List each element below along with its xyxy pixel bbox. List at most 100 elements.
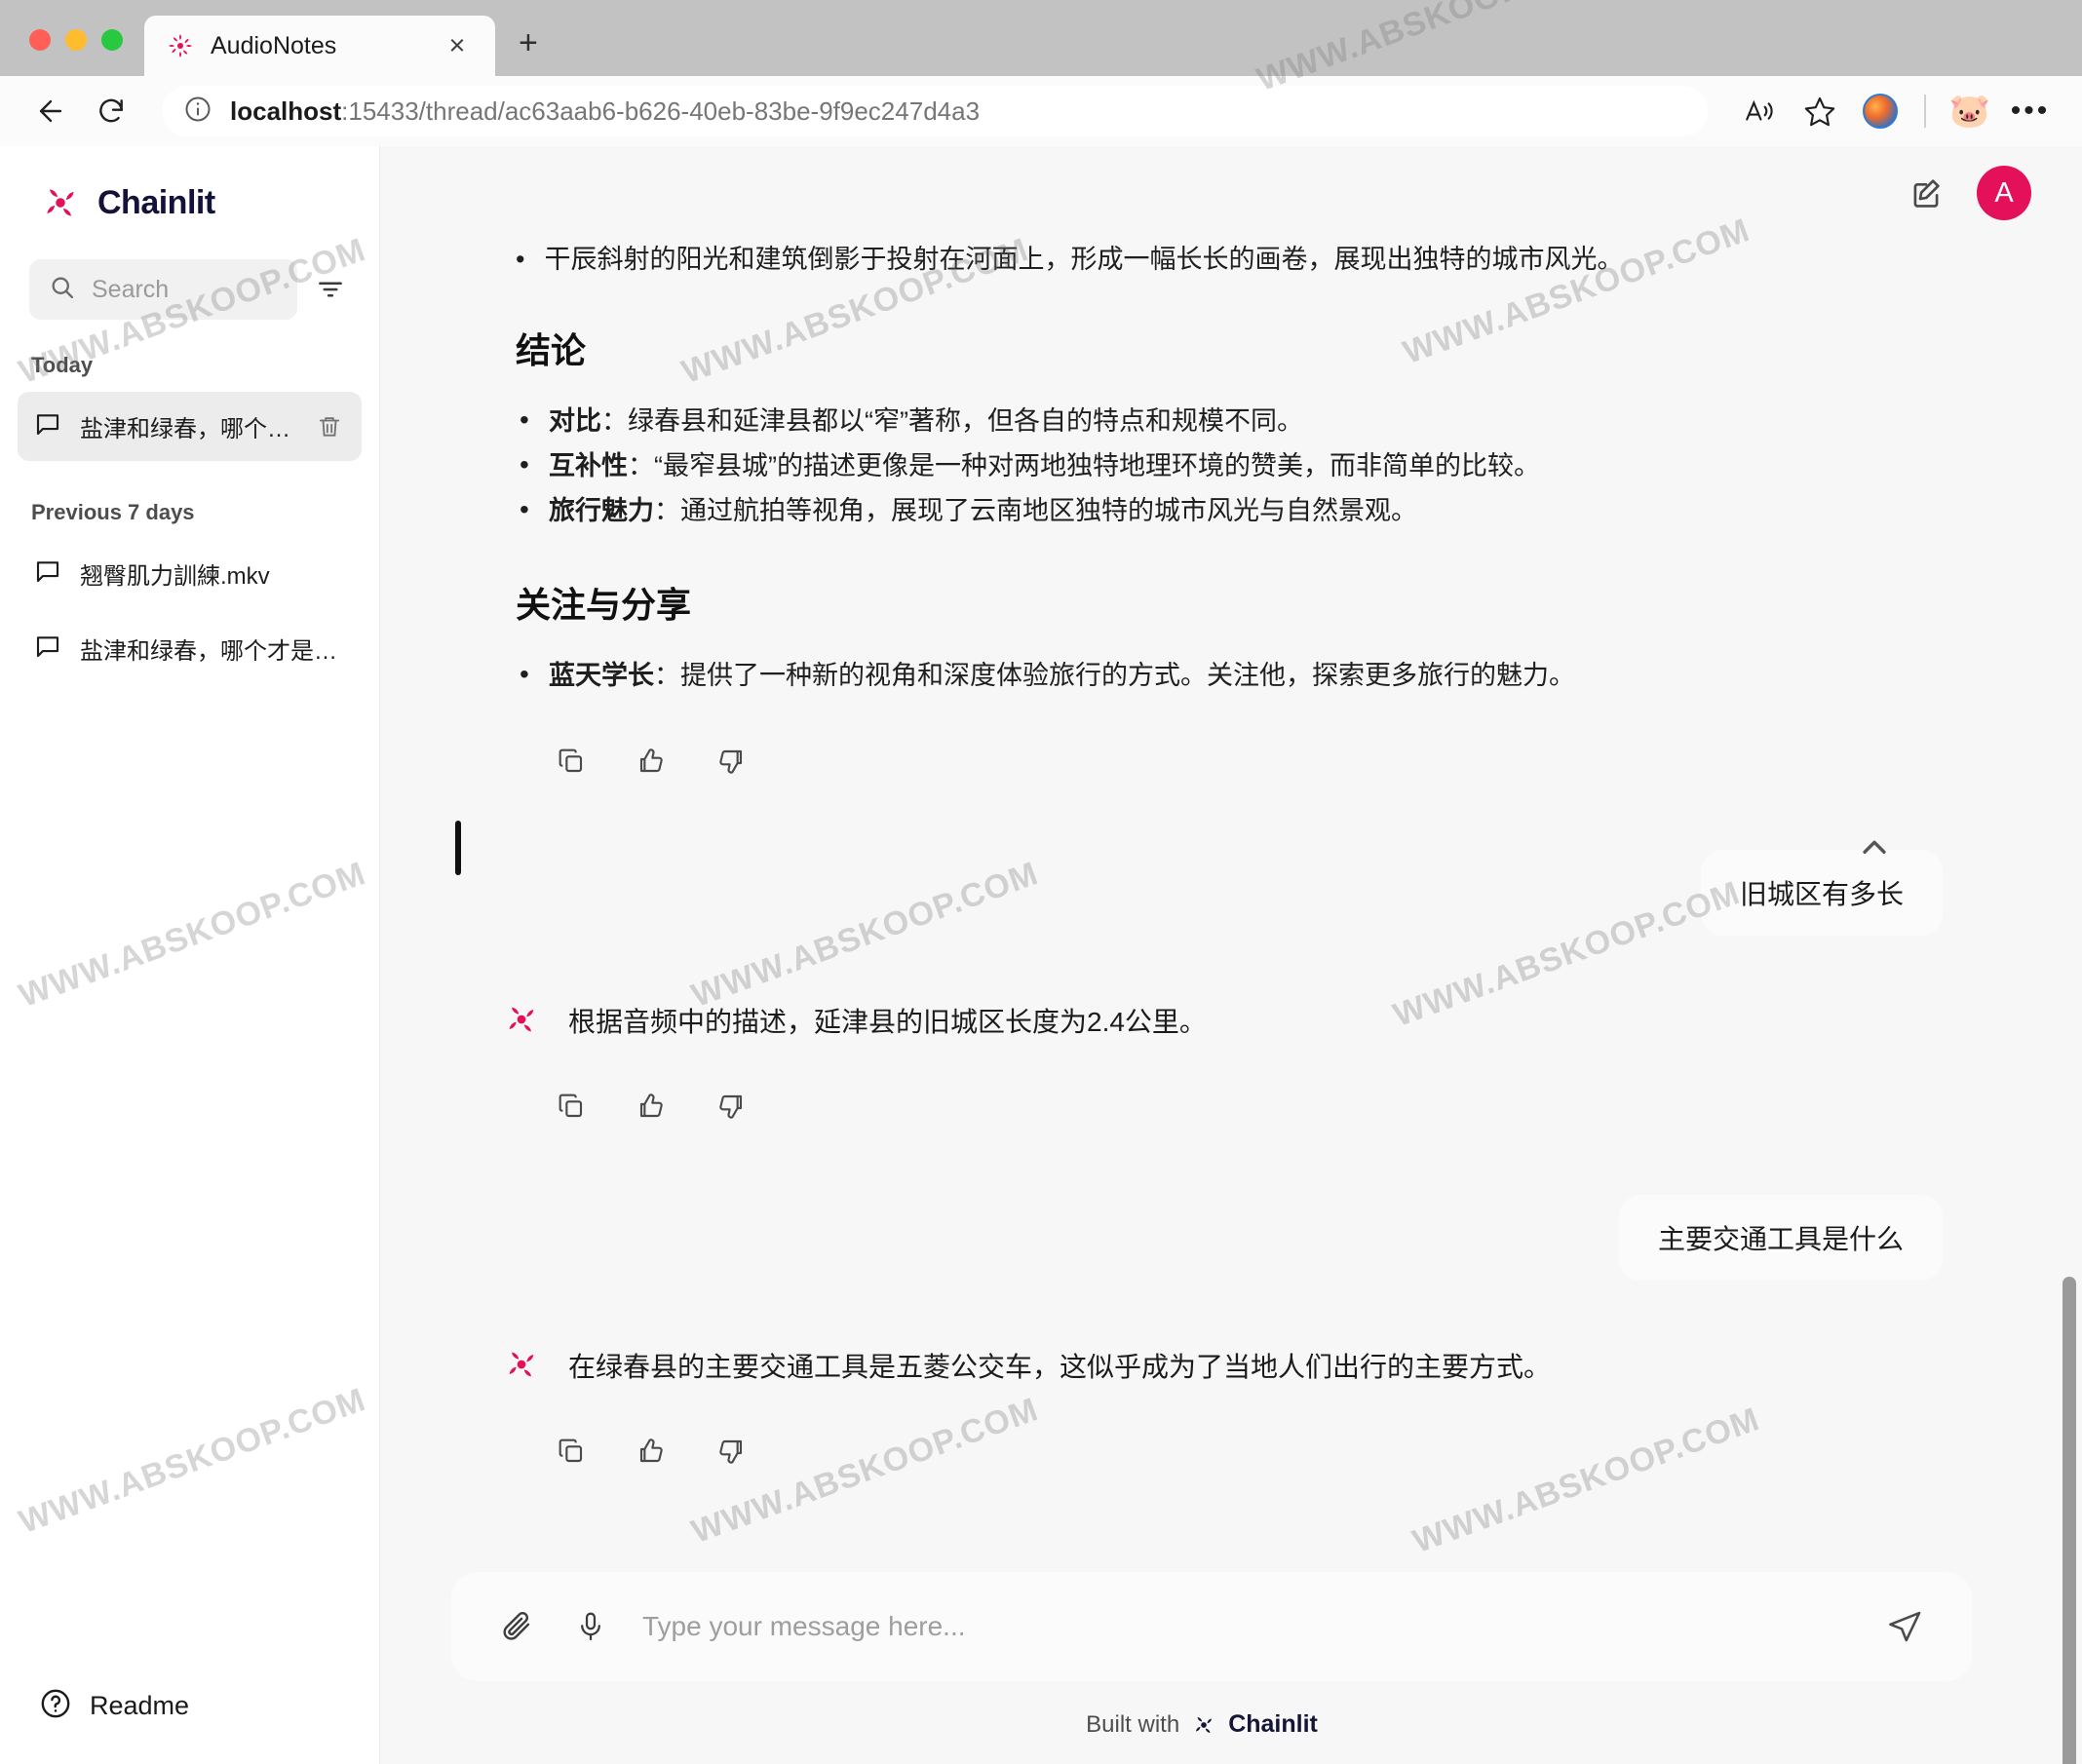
- thumbs-down-icon[interactable]: [711, 1431, 752, 1472]
- section-label-previous-7-days: Previous 7 days: [31, 500, 195, 524]
- clipped-bullet-text: 干辰斜射的阳光和建筑倒影于投射在河面上，形成一幅长长的画卷，展现出独特的城市风光…: [544, 245, 1624, 274]
- new-tab-button[interactable]: +: [519, 24, 538, 76]
- chainlit-brand: Chainlit: [0, 146, 379, 246]
- url-text: localhost:15433/thread/ac63aab6-b626-40e…: [230, 96, 980, 127]
- thread-item-active[interactable]: 盐津和绿春，哪个才是中...: [18, 392, 362, 461]
- thread-item[interactable]: 盐津和绿春，哪个才是中国...: [18, 614, 362, 683]
- close-window-button[interactable]: [29, 29, 51, 51]
- pig-extension-icon[interactable]: 🐷: [1944, 86, 1996, 136]
- chat-bubble-icon: [33, 632, 62, 666]
- message-actions: [461, 1431, 1943, 1472]
- chainlit-logo-icon: [39, 181, 82, 224]
- browser-menu-icon[interactable]: •••: [2004, 86, 2057, 136]
- list-item-text: ：通过航拍等视角，展现了云南地区独特的城市风光与自然景观。: [654, 496, 1417, 526]
- window-controls: [29, 29, 123, 76]
- assistant-message-row: 在绿春县的主要交通工具是五菱公交车，这似乎成为了当地人们出行的主要方式。: [502, 1345, 1943, 1388]
- search-box[interactable]: [29, 259, 297, 320]
- delete-thread-icon[interactable]: [313, 410, 346, 443]
- minimize-window-button[interactable]: [65, 29, 87, 51]
- thread-item-label: 翘臀肌力訓練.mkv: [80, 563, 270, 590]
- assistant-message-text: 根据音频中的描述，延津县的旧城区长度为2.4公里。: [568, 1007, 1207, 1038]
- section-heading-follow-share: 关注与分享: [516, 584, 692, 625]
- thread-item-label: 盐津和绿春，哪个才是中...: [80, 416, 295, 442]
- assistant-avatar-icon: [502, 1000, 541, 1039]
- thread-item-label: 盐津和绿春，哪个才是中国...: [80, 638, 346, 665]
- browser-tab[interactable]: AudioNotes ×: [144, 16, 495, 76]
- list-item-term: 蓝天学长: [549, 660, 654, 690]
- chevron-up-icon[interactable]: [1849, 823, 1900, 873]
- thumbs-down-icon[interactable]: [711, 741, 752, 782]
- message-composer[interactable]: [451, 1572, 1972, 1681]
- sidebar: Chainlit Today: [0, 146, 380, 1764]
- list-item: 旅行魅力：通过航拍等视角，展现了云南地区独特的城市风光与自然景观。: [516, 486, 1943, 534]
- readme-link[interactable]: Readme: [0, 1658, 379, 1764]
- main-panel: A • 干辰斜射的阳光和建筑倒影于投射在河面上，形成一幅长长的画卷，展现出独特的…: [380, 146, 2082, 1764]
- built-with-footer: Built with Chainlit: [380, 1681, 2082, 1764]
- thread-item[interactable]: 翘臀肌力訓練.mkv: [18, 539, 362, 608]
- chat-bubble-icon: [33, 556, 62, 591]
- chat-scroll-area[interactable]: • 干辰斜射的阳光和建筑倒影于投射在河面上，形成一幅长长的画卷，展现出独特的城市…: [380, 240, 2082, 1547]
- composer-wrap: [380, 1547, 2082, 1681]
- user-message-bubble: 旧城区有多长: [1700, 850, 1943, 937]
- reload-icon[interactable]: [86, 86, 136, 136]
- site-info-icon[interactable]: [183, 95, 212, 129]
- conclusion-bullet-list: 对比：绿春县和延津县都以“窄”著称，但各自的特点和规模不同。 互补性：“最窄县城…: [516, 396, 1943, 534]
- built-with-brand: Chainlit: [1228, 1710, 1318, 1738]
- paperclip-icon[interactable]: [494, 1604, 539, 1649]
- vertical-scrollbar[interactable]: [2063, 244, 2076, 1764]
- profile-avatar[interactable]: [1854, 86, 1907, 136]
- thumbs-up-icon[interactable]: [631, 1431, 672, 1472]
- list-item-text: ：提供了一种新的视角和深度体验旅行的方式。关注他，探索更多旅行的魅力。: [654, 660, 1575, 690]
- copy-icon[interactable]: [551, 1431, 592, 1472]
- sidebar-search-row: [0, 246, 379, 320]
- list-item: 蓝天学长：提供了一种新的视角和深度体验旅行的方式。关注他，探索更多旅行的魅力。: [516, 651, 1943, 699]
- app-viewport: Chainlit Today: [0, 146, 2082, 1764]
- copy-icon[interactable]: [551, 741, 592, 782]
- assistant-message-text: 在绿春县的主要交通工具是五菱公交车，这似乎成为了当地人们出行的主要方式。: [568, 1352, 1552, 1383]
- chat-bubble-icon: [33, 409, 62, 443]
- search-input[interactable]: [92, 275, 278, 304]
- main-header: A: [380, 146, 2082, 240]
- microphone-icon[interactable]: [568, 1604, 613, 1649]
- built-with-prefix: Built with: [1086, 1710, 1180, 1738]
- list-item: 互补性：“最窄县城”的描述更像是一种对两地独特地理环境的赞美，而非简单的比较。: [516, 441, 1943, 489]
- thumbs-down-icon[interactable]: [711, 1086, 752, 1127]
- maximize-window-button[interactable]: [101, 29, 123, 51]
- list-item-term: 对比: [549, 405, 601, 436]
- message-selection-caret: [455, 821, 461, 875]
- filter-icon[interactable]: [311, 270, 350, 309]
- assistant-message-row: 根据音频中的描述，延津县的旧城区长度为2.4公里。: [502, 1000, 1943, 1043]
- bullet-marker: •: [516, 245, 525, 274]
- assistant-avatar-icon: [502, 1345, 541, 1384]
- url-host: localhost: [230, 96, 342, 126]
- list-item-text: ：“最窄县城”的描述更像是一种对两地独特地理环境的赞美，而非简单的比较。: [628, 450, 1540, 480]
- readme-label: Readme: [90, 1691, 190, 1720]
- thumbs-up-icon[interactable]: [631, 741, 672, 782]
- back-arrow-icon[interactable]: [25, 86, 76, 136]
- url-path: :15433/thread/ac63aab6-b626-40eb-83be-9f…: [341, 96, 981, 126]
- scrollbar-thumb[interactable]: [2063, 1277, 2076, 1764]
- read-aloud-icon[interactable]: [1733, 86, 1786, 136]
- message-actions: [461, 741, 1943, 782]
- follow-share-bullet-list: 蓝天学长：提供了一种新的视角和深度体验旅行的方式。关注他，探索更多旅行的魅力。: [516, 651, 1943, 699]
- user-message-row: 旧城区有多长: [461, 850, 1943, 937]
- thumbs-up-icon[interactable]: [631, 1086, 672, 1127]
- favorite-star-icon[interactable]: [1793, 86, 1846, 136]
- message-actions: [461, 1086, 1943, 1127]
- chat-content: • 干辰斜射的阳光和建筑倒影于投射在河面上，形成一幅长长的画卷，展现出独特的城市…: [442, 240, 1962, 1472]
- copy-icon[interactable]: [551, 1086, 592, 1127]
- message-input[interactable]: [642, 1611, 1851, 1642]
- user-message-row: 主要交通工具是什么: [461, 1195, 1943, 1282]
- chainlit-favicon-icon: [166, 31, 195, 60]
- section-heading-conclusion: 结论: [516, 329, 587, 370]
- browser-window: AudioNotes × + localhost:15433/thread/ac…: [0, 0, 2082, 1764]
- tab-close-icon[interactable]: ×: [441, 31, 474, 60]
- url-bar[interactable]: localhost:15433/thread/ac63aab6-b626-40e…: [162, 86, 1708, 136]
- list-item-term: 互补性: [549, 450, 628, 480]
- send-icon[interactable]: [1880, 1602, 1929, 1651]
- new-chat-edit-icon[interactable]: [1903, 170, 1949, 216]
- browser-tabstrip: AudioNotes × +: [0, 0, 2082, 76]
- user-avatar[interactable]: A: [1977, 166, 2031, 220]
- help-circle-icon: [39, 1687, 72, 1725]
- user-message-bubble: 主要交通工具是什么: [1618, 1195, 1943, 1282]
